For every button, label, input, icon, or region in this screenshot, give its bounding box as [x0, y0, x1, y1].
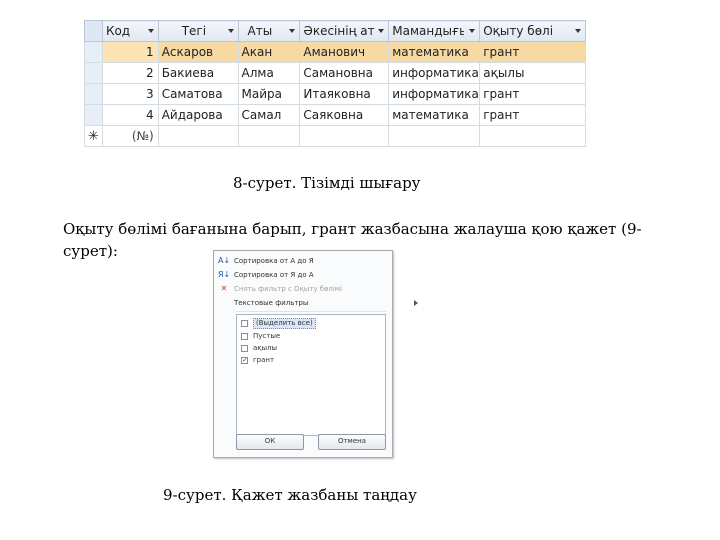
column-header-oqytu-bolimi[interactable]: Оқыту бөлі	[479, 20, 586, 42]
table-cell[interactable]	[299, 125, 390, 147]
header-row: Код Тегі Аты Әкесінің ат Мамандығы Оқыту…	[84, 20, 586, 42]
table-cell[interactable]: Самал	[237, 104, 301, 126]
checkmark-icon: ✓	[242, 356, 248, 364]
column-header-aty[interactable]: Аты	[237, 20, 301, 42]
menu-item-label: Сортировка от Я до А	[234, 271, 314, 279]
table-cell[interactable]: Саматова	[157, 83, 239, 105]
table-cell[interactable]: Итаяковна	[299, 83, 390, 105]
table-cell[interactable]: информатика	[388, 83, 481, 105]
row-selector[interactable]	[84, 41, 103, 63]
new-record-placeholder[interactable]: (№)	[101, 125, 159, 147]
column-header-akesinin-aty[interactable]: Әкесінің ат	[299, 20, 390, 42]
table-row[interactable]: 2 Бакиева Алма Самановна информатика ақы…	[84, 62, 586, 84]
table-cell[interactable]: Самановна	[299, 62, 390, 84]
select-all-corner[interactable]	[84, 20, 103, 42]
column-header-kod[interactable]: Код	[101, 20, 159, 42]
table-cell[interactable]: грант	[479, 41, 586, 63]
menu-separator	[236, 311, 386, 312]
dropdown-arrow-icon[interactable]	[575, 29, 581, 33]
cancel-button[interactable]: Отмена	[318, 434, 386, 450]
row-selector[interactable]	[84, 62, 103, 84]
table-cell[interactable]: Аманович	[299, 41, 390, 63]
table-cell[interactable]	[388, 125, 481, 147]
table-cell[interactable]	[237, 125, 301, 147]
filter-values-list[interactable]: (Выделить все) Пустые ақылы ✓ грант	[236, 314, 386, 436]
column-header-mamandygy[interactable]: Мамандығы	[388, 20, 481, 42]
checkbox[interactable]	[241, 320, 248, 327]
new-record-icon: ✳	[84, 125, 103, 147]
table-cell[interactable]: грант	[479, 104, 586, 126]
table-cell[interactable]: Майра	[237, 83, 301, 105]
table-cell[interactable]: Алма	[237, 62, 301, 84]
menu-item-label: Текстовые фильтры	[234, 299, 309, 307]
menu-item-label: Снять фильтр с Оқыту бөлімі	[234, 285, 343, 293]
table-cell[interactable]: 4	[101, 104, 159, 126]
table-row[interactable]: 3 Саматова Майра Итаяковна информатика г…	[84, 83, 586, 105]
ok-button[interactable]: ОК	[236, 434, 304, 450]
table-row[interactable]: 1 Аскаров Акан Аманович математика грант	[84, 41, 586, 63]
dropdown-arrow-icon[interactable]	[147, 29, 154, 33]
clear-filter-icon: ✕	[220, 284, 228, 293]
table-cell[interactable]	[157, 125, 239, 147]
table-cell[interactable]: 2	[101, 62, 159, 84]
sort-ascending-icon: A↓	[218, 256, 231, 265]
figure-8-caption: 8-сурет. Тізімді шығару	[233, 174, 421, 192]
dropdown-arrow-icon[interactable]	[378, 29, 385, 33]
table-cell[interactable]: Аскаров	[157, 41, 239, 63]
table-cell[interactable]	[479, 125, 586, 147]
table-cell[interactable]: Айдарова	[157, 104, 239, 126]
menu-item-sort-desc[interactable]: Я↓ Сортировка от Я до А	[218, 269, 314, 281]
table-cell[interactable]: 1	[101, 41, 159, 63]
row-selector[interactable]	[84, 104, 103, 126]
menu-item-text-filters[interactable]: Текстовые фильтры	[234, 297, 419, 309]
submenu-arrow-icon	[414, 300, 419, 306]
table-cell[interactable]: информатика	[388, 62, 481, 84]
column-header-tegi[interactable]: Тегі	[157, 20, 239, 42]
menu-item-clear-filter[interactable]: ✕ Снять фильтр с Оқыту бөлімі	[221, 283, 343, 295]
sort-descending-icon: Я↓	[218, 270, 231, 279]
row-selector[interactable]	[84, 83, 103, 105]
figure-9-caption: 9-сурет. Қажет жазбаны таңдау	[163, 486, 417, 504]
dropdown-arrow-icon[interactable]	[289, 29, 296, 33]
menu-item-label: Сортировка от А до Я	[234, 257, 314, 265]
table-row[interactable]: 4 Айдарова Самал Саяковна математика гра…	[84, 104, 586, 126]
table-cell[interactable]: Саяковна	[299, 104, 390, 126]
column-filter-menu: A↓ Сортировка от А до Я Я↓ Сортировка от…	[213, 250, 419, 458]
table-cell[interactable]: математика	[388, 104, 481, 126]
students-datasheet: Код Тегі Аты Әкесінің ат Мамандығы Оқыту…	[84, 20, 586, 147]
table-cell[interactable]: математика	[388, 41, 481, 63]
table-cell[interactable]: 3	[101, 83, 159, 105]
table-cell[interactable]: ақылы	[479, 62, 586, 84]
table-cell[interactable]: Бакиева	[157, 62, 239, 84]
dropdown-arrow-icon[interactable]	[469, 29, 476, 33]
dropdown-arrow-icon[interactable]	[227, 29, 234, 33]
checkbox[interactable]: ✓	[241, 357, 248, 364]
menu-item-sort-asc[interactable]: A↓ Сортировка от А до Я	[218, 255, 314, 267]
checkbox[interactable]	[241, 333, 248, 340]
table-cell[interactable]: Акан	[237, 41, 301, 63]
new-record-row[interactable]: ✳ (№)	[84, 125, 586, 147]
checkbox[interactable]	[241, 345, 248, 352]
table-cell[interactable]: грант	[479, 83, 586, 105]
